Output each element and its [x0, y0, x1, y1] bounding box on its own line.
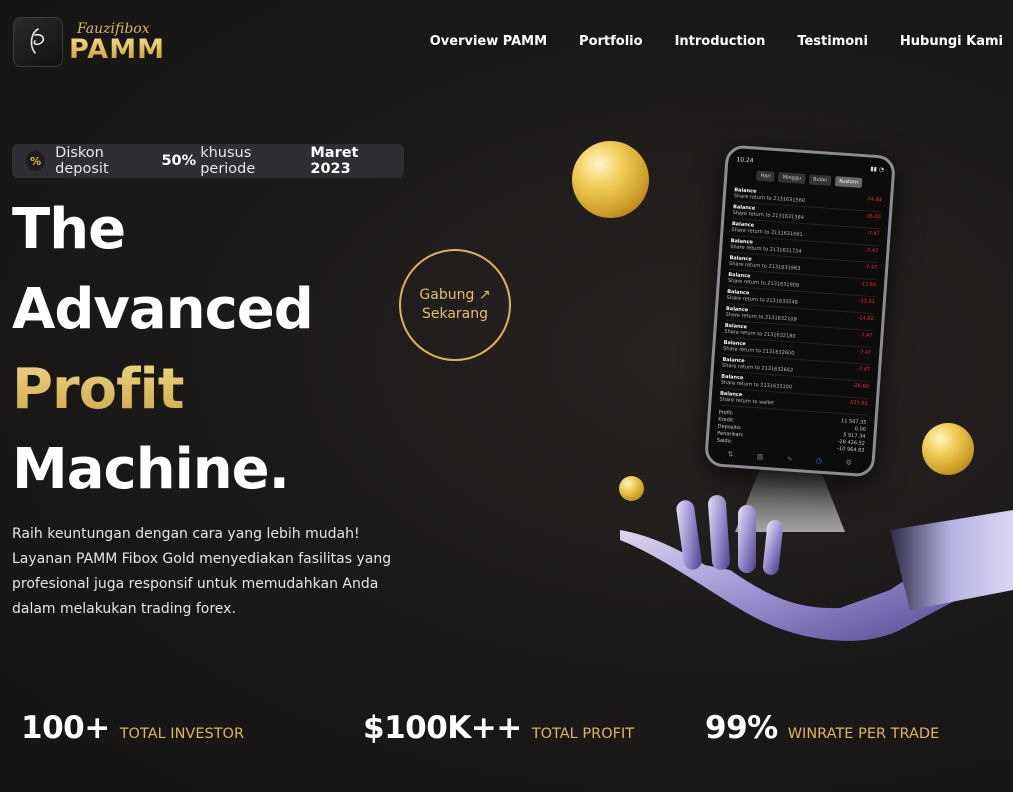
- row-amount: -16.00: [864, 213, 881, 221]
- nav-introduction[interactable]: Introduction: [675, 34, 766, 49]
- promo-highlight: 50%: [161, 153, 197, 169]
- promo-period: Maret 2023: [310, 145, 359, 177]
- headline-line-2: Advanced: [12, 277, 314, 342]
- promo-middle: khusus periode: [200, 145, 256, 177]
- row-amount: -13.31: [858, 298, 876, 306]
- gold-orb-medium: [922, 423, 974, 475]
- join-now-button[interactable]: Gabung ↗ Sekarang: [399, 249, 511, 361]
- logo-mark-icon: [13, 17, 63, 67]
- history-icon: ◷: [815, 456, 823, 465]
- robot-hand-illustration: [620, 495, 1013, 641]
- row-amount: -7.47: [858, 349, 872, 357]
- row-amount: -26.80: [852, 382, 870, 390]
- nav-hubungi-kami[interactable]: Hubungi Kami: [900, 34, 1003, 49]
- phone-tab: Hari: [756, 170, 776, 182]
- row-amount: -7.47: [866, 230, 880, 238]
- chart-icon: ▥: [756, 452, 764, 461]
- row-subtitle: Share return to wallet: [719, 396, 775, 407]
- nav-portfolio[interactable]: Portfolio: [579, 34, 643, 49]
- stat-label: TOTAL PROFIT: [531, 726, 635, 742]
- row-amount: -13.60: [859, 281, 877, 289]
- stat-winrate: 99% WINRATE PER TRADE: [705, 710, 939, 746]
- percent-icon: %: [26, 151, 46, 171]
- brand-name: PAMM: [69, 33, 165, 65]
- hero-description: Raih keuntungan dengan cara yang lebih m…: [12, 526, 392, 617]
- row-amount: -14.60: [857, 315, 874, 323]
- stat-label: TOTAL INVESTOR: [119, 726, 245, 742]
- promo-banner: % Diskon deposit 50% khusus periode Mare…: [12, 144, 404, 178]
- phone-tab: Bulan: [808, 174, 832, 186]
- row-amount: -7.47: [859, 332, 873, 340]
- main-nav: Overview PAMM Portfolio Introduction Tes…: [430, 34, 1003, 49]
- stat-value: 100+: [21, 710, 110, 746]
- summary-key: Saldo:: [716, 437, 733, 445]
- nav-overview-pamm[interactable]: Overview PAMM: [430, 34, 547, 49]
- phone-summary: Profit: 11 547.35 Kredit: 0.00 Deposito: 5 91…: [716, 410, 867, 455]
- nav-testimoni[interactable]: Testimoni: [797, 34, 868, 49]
- headline-line-4: Machine.: [12, 437, 290, 502]
- row-amount: -7.47: [865, 247, 879, 255]
- summary-value: -10 964.83: [836, 445, 865, 454]
- quotes-icon: ⇅: [727, 450, 734, 459]
- phone-tab: Minggu: [778, 172, 806, 185]
- row-amount: -7.47: [864, 264, 878, 272]
- phone-mockup: 10.24 ▮▮ ◔ Hari Minggu Bulan Kustom Bala…: [703, 144, 897, 478]
- stat-profit: $100K++ TOTAL PROFIT: [363, 710, 634, 746]
- phone-tab-active: Kustom: [834, 176, 863, 188]
- settings-icon: ⚙: [845, 458, 853, 467]
- row-amount: -74.84: [865, 196, 883, 204]
- hero-headline: The Advanced Profit Machine.: [12, 190, 314, 510]
- stat-value: 99%: [705, 710, 778, 746]
- gold-orb-large: [572, 141, 649, 218]
- join-label-line-1: Gabung ↗: [419, 287, 491, 303]
- phone-status-icons: ▮▮ ◔: [870, 165, 885, 174]
- promo-prefix: Diskon deposit: [55, 145, 109, 177]
- brand-logo[interactable]: Fauzifibox PAMM: [13, 17, 165, 67]
- phone-history-list: Balance Share return to 2131631560 -74.84 B…: [719, 185, 883, 416]
- trade-icon: ∿: [786, 454, 793, 463]
- headline-line-3: Profit: [12, 350, 313, 430]
- headline-line-1: The: [12, 197, 126, 262]
- join-label-line-2: Sekarang: [421, 306, 489, 322]
- stat-investor: 100+ TOTAL INVESTOR: [21, 710, 244, 746]
- row-amount: -7.47: [856, 366, 871, 374]
- row-amount: -521.61: [848, 399, 868, 407]
- phone-time: 10.24: [736, 156, 754, 165]
- stat-value: $100K++: [363, 710, 522, 746]
- stat-label: WINRATE PER TRADE: [787, 726, 940, 742]
